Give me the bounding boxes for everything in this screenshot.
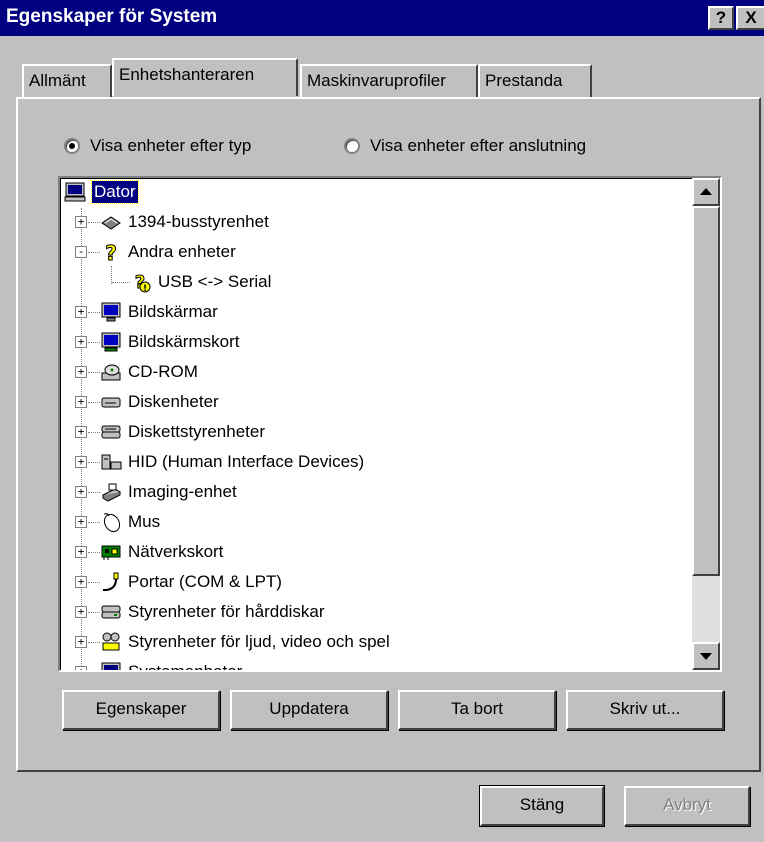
scroll-down-button[interactable]: [692, 642, 720, 670]
tab-allmant[interactable]: Allmänt: [22, 64, 112, 98]
port-icon: [103, 572, 119, 591]
scanner-icon: [101, 483, 122, 502]
close-button[interactable]: Stäng: [479, 785, 605, 827]
tree-item-label: 1394-busstyrenhet: [128, 212, 269, 231]
svg-text:!: !: [143, 284, 147, 293]
tree-item-cdrom[interactable]: + CD-ROM: [60, 358, 700, 388]
mouse-icon: [103, 513, 121, 533]
expand-icon[interactable]: +: [75, 306, 87, 318]
cancel-button[interactable]: Avbryt: [624, 786, 750, 826]
scroll-up-button[interactable]: [692, 178, 720, 206]
radio-label-by-connection: Visa enheter efter anslutning: [370, 136, 587, 155]
tree-item-hdd-controllers[interactable]: + Styrenheter för hårddiskar: [60, 598, 700, 628]
scroll-thumb[interactable]: [692, 206, 720, 576]
arrow-up-icon: [700, 188, 712, 195]
arrow-down-icon: [700, 653, 712, 660]
device-tree[interactable]: Dator + 1394-busstyrenhet - ? Andra enhe…: [58, 176, 722, 672]
tab-prestanda[interactable]: Prestanda: [478, 64, 592, 98]
tab-maskinvaruprofiler[interactable]: Maskinvaruprofiler: [300, 64, 478, 98]
tree-item-label: Styrenheter för ljud, video och spel: [128, 632, 390, 651]
tree-item-bildskarmar[interactable]: + Bildskärmar: [60, 298, 700, 328]
tree-item-label: Systemenheter: [128, 662, 243, 672]
close-icon[interactable]: X: [736, 6, 764, 30]
refresh-button[interactable]: Uppdatera: [230, 690, 388, 730]
tab-enhetshanteraren[interactable]: Enhetshanteraren: [112, 58, 298, 96]
tree-item-label: Dator: [91, 180, 139, 204]
bus-controller-icon: [101, 216, 121, 230]
tree-item-imaging[interactable]: + Imaging-enhet: [60, 478, 700, 508]
expand-icon[interactable]: +: [75, 366, 87, 378]
hdd-controller-icon: [101, 605, 121, 619]
expand-icon[interactable]: +: [75, 486, 87, 498]
expand-icon[interactable]: +: [75, 666, 87, 670]
hid-icon: [101, 454, 122, 470]
monitor-icon: [101, 302, 121, 322]
tree-item-label: Andra enheter: [128, 242, 236, 261]
sound-video-icon: [102, 632, 120, 651]
tree-item-system-devices[interactable]: + Systemenheter: [60, 658, 700, 672]
tree-item-label: USB <-> Serial: [158, 272, 272, 291]
expand-icon[interactable]: +: [75, 396, 87, 408]
tree-item-bildskarmskort[interactable]: + Bildskärmskort: [60, 328, 700, 358]
computer-icon: [64, 182, 86, 202]
help-button[interactable]: ?: [708, 6, 734, 30]
question-mark-icon: ?: [105, 241, 118, 263]
title-bar[interactable]: Egenskaper för System ? X: [0, 0, 764, 36]
tree-item-natverkskort[interactable]: + Nätverkskort: [60, 538, 700, 568]
tree-item-label: Portar (COM & LPT): [128, 572, 282, 591]
tree-item-andra-enheter[interactable]: - ? Andra enheter: [60, 238, 700, 268]
properties-button[interactable]: Egenskaper: [62, 690, 220, 730]
expand-icon[interactable]: +: [75, 576, 87, 588]
radio-view-by-type[interactable]: Visa enheter efter typ: [64, 134, 251, 158]
collapse-icon[interactable]: -: [75, 246, 87, 258]
expand-icon[interactable]: +: [75, 546, 87, 558]
expand-icon[interactable]: +: [75, 606, 87, 618]
tree-item-label: Diskenheter: [128, 392, 219, 411]
radio-selected-icon: [64, 138, 80, 154]
tree-item-diskettstyrenheter[interactable]: + Diskettstyrenheter: [60, 418, 700, 448]
expand-icon[interactable]: +: [75, 216, 87, 228]
tree-item-label: Styrenheter för hårddiskar: [128, 602, 325, 621]
tree-item-hid[interactable]: + HID (Human Interface Devices): [60, 448, 700, 478]
tree-item-label: CD-ROM: [128, 362, 198, 381]
print-button[interactable]: Skriv ut...: [566, 690, 724, 730]
tree-item-label: Bildskärmskort: [128, 332, 240, 351]
expand-icon[interactable]: +: [75, 636, 87, 648]
tree-item-label: HID (Human Interface Devices): [128, 452, 365, 471]
tree-item-label: Mus: [128, 512, 161, 531]
display-adapter-icon: [101, 332, 121, 352]
tree-scrollbar[interactable]: [692, 178, 720, 670]
radio-view-by-connection[interactable]: Visa enheter efter anslutning: [344, 134, 586, 158]
system-device-icon: [101, 662, 121, 670]
tree-item-sound-video[interactable]: + Styrenheter för ljud, video och spel: [60, 628, 700, 658]
tree-item-1394-bus[interactable]: + 1394-busstyrenhet: [60, 208, 700, 238]
expand-icon[interactable]: +: [75, 516, 87, 528]
radio-label-by-type: Visa enheter efter typ: [90, 136, 252, 155]
cdrom-icon: [101, 364, 121, 381]
radio-unselected-icon: [344, 138, 360, 154]
floppy-controller-icon: [101, 425, 121, 439]
tree-item-label: Nätverkskort: [128, 542, 224, 561]
disk-drive-icon: [101, 397, 121, 408]
tree-item-mus[interactable]: + Mus: [60, 508, 700, 538]
expand-icon[interactable]: +: [75, 426, 87, 438]
remove-button[interactable]: Ta bort: [398, 690, 556, 730]
tree-item-usb-serial[interactable]: ? ! USB <-> Serial: [60, 268, 700, 298]
tree-item-label: Imaging-enhet: [128, 482, 237, 501]
network-card-icon: [101, 545, 121, 560]
tree-item-dator[interactable]: Dator: [60, 178, 700, 208]
window-title: Egenskaper för System: [6, 6, 218, 27]
tree-item-label: Diskettstyrenheter: [128, 422, 265, 441]
tree-item-portar[interactable]: + Portar (COM & LPT): [60, 568, 700, 598]
svg-text:?: ?: [105, 241, 117, 263]
unknown-device-warning-icon: ? !: [134, 272, 151, 293]
tree-item-diskenheter[interactable]: + Diskenheter: [60, 388, 700, 418]
expand-icon[interactable]: +: [75, 336, 87, 348]
tree-item-label: Bildskärmar: [128, 302, 218, 321]
expand-icon[interactable]: +: [75, 456, 87, 468]
